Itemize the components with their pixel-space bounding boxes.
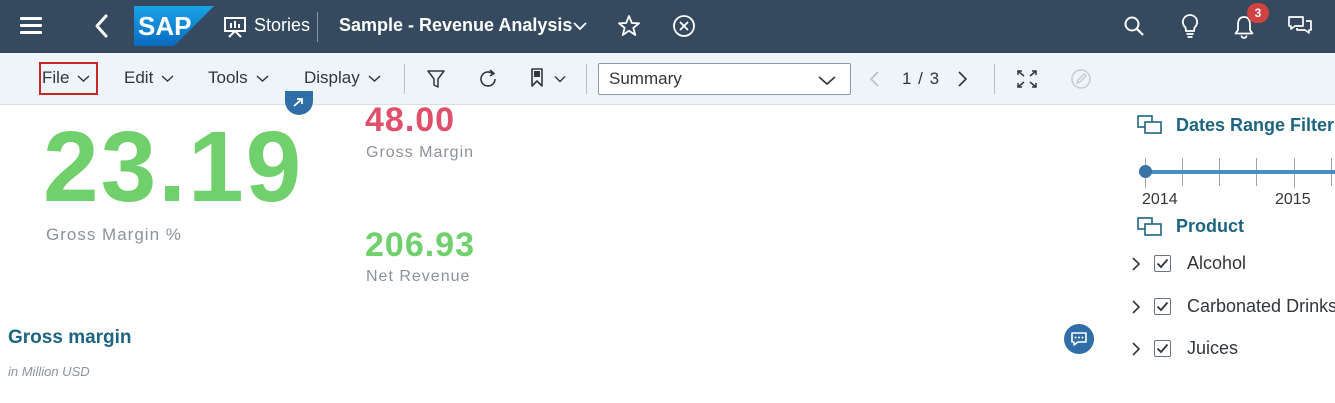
back-icon[interactable]	[92, 13, 112, 39]
product-checkbox-alcohol[interactable]	[1154, 255, 1171, 272]
chevron-down-icon	[77, 74, 90, 82]
chevron-down-icon[interactable]	[572, 20, 588, 32]
product-item-juices: Juices	[1130, 338, 1238, 359]
chevron-right-icon[interactable]	[1130, 299, 1142, 315]
close-circle-icon[interactable]	[672, 14, 696, 38]
product-label: Carbonated Drinks	[1187, 296, 1335, 316]
page-select[interactable]: Summary	[598, 63, 851, 95]
shell-divider	[317, 12, 318, 42]
story-toolbar: File Edit Tools Display Summary 1 / 3	[0, 53, 1335, 105]
menu-tools-label: Tools	[208, 68, 248, 87]
chevron-down-icon	[161, 74, 174, 82]
product-item-alcohol: Alcohol	[1130, 253, 1246, 274]
chart-subtitle: in Million USD	[8, 364, 90, 379]
page-indicator: 1 / 3	[902, 69, 941, 88]
refresh-icon[interactable]	[477, 68, 499, 90]
notification-badge: 3	[1247, 3, 1269, 23]
checkmark-icon	[1156, 301, 1169, 312]
stories-link[interactable]: Stories	[254, 15, 310, 36]
kpi-gross-margin-pct-value: 23.19	[43, 111, 304, 223]
input-control-icon	[1137, 115, 1162, 134]
product-label: Juices	[1187, 338, 1239, 358]
chevron-down-icon	[368, 74, 381, 82]
product-label: Alcohol	[1187, 253, 1247, 273]
filter-icon[interactable]	[426, 68, 446, 90]
kpi-net-revenue-value: 206.93	[365, 226, 475, 264]
menu-display-label: Display	[304, 68, 360, 87]
star-icon[interactable]	[617, 14, 641, 38]
fullscreen-icon[interactable]	[1016, 69, 1038, 89]
chevron-right-icon[interactable]	[1130, 341, 1142, 357]
chevron-down-icon[interactable]	[554, 75, 566, 83]
dates-filter-title: Dates Range Filter	[1176, 115, 1335, 135]
product-checkbox-carbonated-drinks[interactable]	[1154, 298, 1171, 315]
search-icon[interactable]	[1123, 15, 1145, 37]
input-control-icon	[1137, 217, 1162, 236]
product-checkbox-juices[interactable]	[1154, 340, 1171, 357]
sap-logo-text: SAP	[138, 11, 191, 41]
chevron-down-icon	[818, 76, 836, 86]
sap-logo: SAP	[134, 6, 214, 46]
page-select-value: Summary	[609, 69, 682, 88]
menu-display[interactable]: Display	[304, 68, 381, 88]
product-item-carbonated-drinks: Carbonated Drinks	[1130, 296, 1335, 317]
toolbar-divider	[586, 64, 587, 94]
checkmark-icon	[1156, 343, 1169, 354]
kpi-gross-margin-value: 48.00	[365, 101, 456, 139]
kpi-net-revenue-label: Net Revenue	[366, 268, 471, 285]
product-filter-title: Product	[1176, 216, 1245, 236]
chevron-right-icon[interactable]	[955, 70, 969, 88]
chevron-down-icon	[256, 74, 269, 82]
menu-edit-label: Edit	[124, 68, 154, 87]
story-title[interactable]: Sample - Revenue Analysis	[339, 15, 572, 36]
chevron-left-icon[interactable]	[868, 70, 882, 88]
slider-year-label: 2015	[1275, 191, 1311, 208]
date-range-slider-track[interactable]	[1145, 170, 1335, 174]
menu-tools[interactable]: Tools	[208, 68, 269, 88]
kpi-gross-margin-label: Gross Margin	[366, 144, 475, 161]
menu-edit[interactable]: Edit	[124, 68, 174, 88]
menu-file-label: File	[42, 68, 70, 87]
toolbar-divider	[404, 64, 405, 94]
shell-bar: SAP Stories Sample - Revenue Analysis 3	[0, 0, 1335, 53]
checkmark-icon	[1156, 258, 1169, 269]
edit-icon[interactable]	[1070, 68, 1092, 90]
menu-icon[interactable]	[20, 17, 42, 35]
chart-title: Gross margin	[8, 327, 132, 348]
toolbar-divider	[994, 64, 995, 94]
chat-icon[interactable]	[1287, 14, 1313, 38]
chevron-right-icon[interactable]	[1130, 256, 1142, 272]
comment-button[interactable]	[1064, 324, 1094, 354]
lightbulb-icon[interactable]	[1180, 13, 1200, 39]
date-range-slider-handle[interactable]	[1139, 165, 1152, 178]
bookmark-icon[interactable]	[530, 68, 544, 88]
slider-year-label: 2014	[1142, 191, 1178, 208]
stories-icon	[224, 17, 246, 38]
menu-file[interactable]: File	[42, 68, 90, 88]
kpi-gross-margin-pct-label: Gross Margin %	[46, 225, 182, 244]
comment-icon	[1071, 332, 1087, 346]
